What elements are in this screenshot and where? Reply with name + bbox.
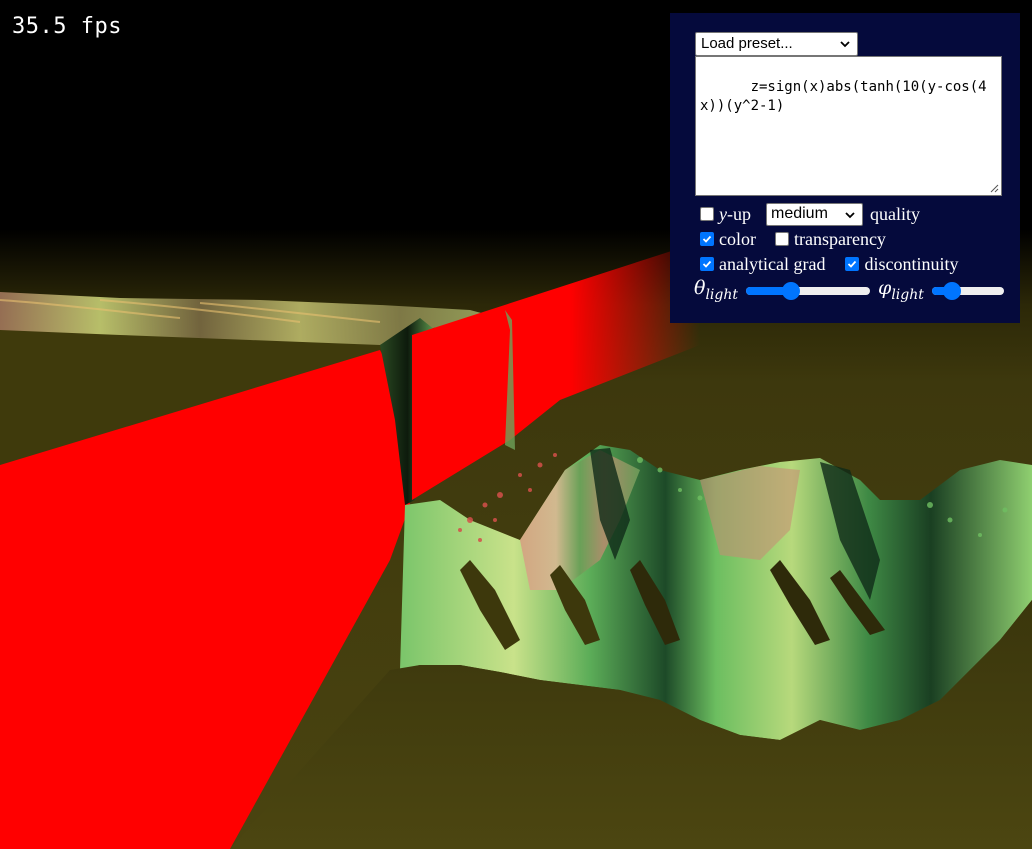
discontinuity-label: discontinuity bbox=[864, 253, 959, 274]
phi-sub: light bbox=[891, 286, 924, 303]
theta-symbol: θ bbox=[694, 277, 706, 300]
phi-symbol: φ bbox=[878, 277, 892, 300]
analytical-grad-checkbox[interactable] bbox=[700, 257, 714, 271]
transparency-checkbox[interactable] bbox=[774, 232, 789, 246]
analytical-grad-label: analytical grad bbox=[719, 253, 826, 274]
fps-counter: 35.5 fps bbox=[12, 14, 122, 39]
chevron-down-icon bbox=[845, 211, 855, 218]
phi-light-slider[interactable] bbox=[931, 282, 1004, 300]
formula-text: z=sign(x)abs(tanh(10(y-cos(4x))(y^2-1) bbox=[700, 79, 987, 114]
y-up-label-var: y bbox=[719, 203, 727, 224]
options-row-2: color transparency bbox=[700, 228, 886, 250]
preset-select-label: Load preset... bbox=[701, 35, 793, 52]
theta-sub: light bbox=[705, 286, 739, 303]
y-up-label-suffix: -up bbox=[727, 203, 751, 224]
theta-light-label: θlight bbox=[694, 277, 738, 303]
checkmark-icon bbox=[702, 235, 712, 243]
quality-select[interactable]: medium bbox=[766, 202, 863, 226]
phi-light-label: φlight bbox=[878, 277, 924, 303]
theta-light-slider[interactable] bbox=[746, 282, 871, 300]
render-viewport[interactable]: 35.5 fps Load preset... z=sign(x)abs(tan… bbox=[0, 0, 1032, 849]
quality-label: quality bbox=[870, 203, 920, 224]
options-row-4: θlight φlight bbox=[694, 277, 1004, 303]
control-panel: Load preset... z=sign(x)abs(tanh(10(y-co… bbox=[670, 13, 1020, 323]
checkmark-icon bbox=[848, 260, 857, 268]
y-up-label: y-up bbox=[719, 204, 751, 225]
preset-select[interactable]: Load preset... bbox=[695, 32, 858, 56]
theta-light-thumb[interactable] bbox=[782, 282, 801, 300]
y-up-checkbox[interactable] bbox=[700, 207, 714, 221]
transparency-label: transparency bbox=[793, 228, 886, 249]
color-label: color bbox=[719, 228, 756, 249]
quality-select-value: medium bbox=[771, 204, 828, 222]
options-row-1: y-up medium quality bbox=[700, 202, 920, 226]
checkmark-icon bbox=[702, 260, 712, 268]
chevron-down-icon bbox=[840, 41, 850, 48]
phi-light-thumb[interactable] bbox=[942, 282, 961, 300]
discontinuity-checkbox[interactable] bbox=[845, 257, 860, 271]
color-checkbox[interactable] bbox=[700, 232, 714, 246]
formula-textarea[interactable]: z=sign(x)abs(tanh(10(y-cos(4x))(y^2-1) bbox=[695, 56, 1002, 196]
resize-grip-icon[interactable] bbox=[989, 183, 999, 193]
options-row-3: analytical grad discontinuity bbox=[700, 253, 958, 275]
